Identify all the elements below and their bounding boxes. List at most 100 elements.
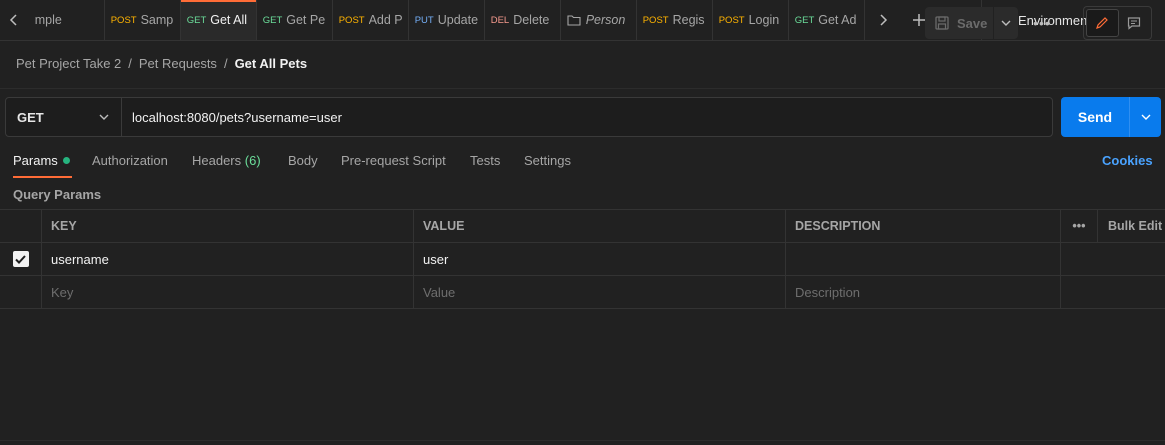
- tab-headers-label: Headers: [192, 153, 242, 168]
- header-checkbox-cell: [0, 210, 42, 242]
- breadcrumb-collection[interactable]: Pet Project Take 2: [16, 56, 121, 71]
- breadcrumb: Pet Project Take 2 / Pet Requests / Get All …: [16, 56, 307, 71]
- tab-method-label: POST: [110, 14, 137, 26]
- request-tab[interactable]: POST Login: [713, 0, 789, 40]
- divider: [0, 440, 1165, 441]
- url-value: localhost:8080/pets?username=user: [132, 109, 342, 125]
- send-options-button[interactable]: [1129, 97, 1161, 137]
- tab-settings-label: Settings: [524, 153, 571, 168]
- chevron-down-icon: [99, 114, 109, 120]
- tab-method-label: POST: [338, 14, 365, 26]
- new-param-description-input[interactable]: Description: [786, 276, 1061, 308]
- tab-tests[interactable]: Tests: [470, 153, 500, 168]
- table-header-row: KEY VALUE DESCRIPTION ••• Bulk Edit: [0, 209, 1165, 243]
- request-more-button[interactable]: •••: [1028, 7, 1056, 39]
- param-key-field[interactable]: username: [42, 243, 414, 275]
- breadcrumb-separator: /: [223, 56, 228, 71]
- tab-settings[interactable]: Settings: [524, 153, 571, 168]
- tab-name-label: Login: [748, 13, 780, 27]
- request-tab[interactable]: mple: [29, 0, 105, 40]
- breadcrumb-separator: /: [128, 56, 132, 71]
- request-config-tabs: Params Authorization Headers (6) Body Pr…: [0, 146, 1165, 178]
- tab-name-label: Get Pe: [286, 13, 326, 27]
- pencil-icon: [1096, 17, 1109, 29]
- tab-name-label: Person: [585, 13, 626, 27]
- tab-body[interactable]: Body: [288, 153, 318, 168]
- request-tab[interactable]: POST Add P: [333, 0, 409, 40]
- tab-method-label: GET: [186, 14, 207, 26]
- tab-name-label: Delete: [513, 13, 550, 27]
- request-tab[interactable]: GET Get Pe: [257, 0, 333, 40]
- method-value: GET: [17, 109, 44, 125]
- column-header-value: VALUE: [414, 210, 786, 242]
- tab-params-label: Params: [13, 153, 58, 168]
- headers-count: (6): [244, 153, 261, 168]
- param-enabled-checkbox[interactable]: [12, 251, 29, 267]
- send-button[interactable]: Send: [1061, 97, 1129, 137]
- tab-name-label: mple: [34, 13, 62, 27]
- tab-method-label: DEL: [490, 14, 510, 26]
- request-tab[interactable]: DEL Delete: [485, 0, 561, 40]
- request-tab[interactable]: GET Get Ad: [789, 0, 865, 40]
- send-label: Send: [1077, 109, 1113, 125]
- chevron-down-icon: [1141, 114, 1150, 120]
- tab-method-label: GET: [794, 14, 815, 26]
- request-tab[interactable]: POST Samp: [105, 0, 181, 40]
- tab-name-label: Get All: [210, 13, 248, 27]
- save-options-button[interactable]: [994, 7, 1018, 39]
- edit-mode-button[interactable]: [1086, 9, 1119, 37]
- param-enabled-cell: [0, 243, 42, 275]
- method-select[interactable]: GET: [6, 98, 122, 136]
- request-tab[interactable]: POST Regis: [637, 0, 713, 40]
- tab-method-label: POST: [718, 14, 745, 26]
- save-button[interactable]: Save: [925, 7, 993, 39]
- param-description-field[interactable]: [786, 243, 1061, 275]
- column-header-key: KEY: [42, 210, 414, 242]
- url-input[interactable]: localhost:8080/pets?username=user: [122, 98, 1052, 136]
- view-mode-toggle: [1083, 6, 1152, 40]
- bulk-edit-button[interactable]: Bulk Edit: [1098, 210, 1165, 242]
- comments-mode-button[interactable]: [1119, 9, 1150, 37]
- tab-name-label: Samp: [140, 13, 174, 27]
- save-icon: [935, 16, 949, 30]
- scroll-tabs-right-button[interactable]: [865, 0, 901, 40]
- plus-icon: [912, 14, 925, 26]
- chevron-left-icon: [10, 14, 17, 26]
- save-label: Save: [957, 15, 988, 31]
- column-header-description: DESCRIPTION: [786, 210, 1061, 242]
- chevron-right-icon: [880, 14, 887, 26]
- folder-icon: [567, 15, 581, 26]
- scroll-tabs-left-button[interactable]: [0, 0, 29, 40]
- cookies-link[interactable]: Cookies: [1102, 153, 1153, 168]
- request-tab[interactable]: GET Get All: [180, 0, 257, 40]
- tab-name-label: Get Ad: [818, 13, 857, 27]
- empty-checkbox-cell: [0, 276, 42, 308]
- param-value-field[interactable]: user: [414, 243, 786, 275]
- tab-authorization[interactable]: Authorization: [92, 153, 168, 168]
- table-row-empty: Key Value Description: [0, 276, 1165, 309]
- query-params-table: KEY VALUE DESCRIPTION ••• Bulk Edit user…: [0, 209, 1165, 309]
- tab-authorization-label: Authorization: [92, 153, 168, 168]
- tab-method-label: POST: [642, 14, 669, 26]
- more-horizontal-icon: •••: [1072, 219, 1086, 233]
- tab-method-label: PUT: [414, 14, 434, 26]
- new-param-key-input[interactable]: Key: [42, 276, 414, 308]
- tab-params[interactable]: Params: [13, 153, 72, 178]
- table-options-button[interactable]: •••: [1061, 210, 1098, 242]
- tab-prerequest-script[interactable]: Pre-request Script: [341, 153, 446, 168]
- request-tab[interactable]: Person: [561, 0, 637, 40]
- tab-body-label: Body: [288, 153, 318, 168]
- table-row: username user: [0, 243, 1165, 276]
- breadcrumb-current[interactable]: Get All Pets: [235, 56, 307, 71]
- request-tab[interactable]: PUT Update: [409, 0, 485, 40]
- new-param-value-input[interactable]: Value: [414, 276, 786, 308]
- tab-name-label: Update: [437, 13, 478, 27]
- comment-icon: [1127, 17, 1140, 30]
- more-horizontal-icon: •••: [1033, 15, 1051, 31]
- tab-tests-label: Tests: [470, 153, 501, 168]
- tab-name-label: Add P: [368, 13, 402, 27]
- breadcrumb-folder[interactable]: Pet Requests: [139, 56, 217, 71]
- request-tabs-strip: mple POST Samp GET Get All GET Get Pe POST Add P…: [29, 0, 865, 40]
- tab-headers[interactable]: Headers (6): [192, 153, 261, 168]
- tab-name-label: Regis: [672, 13, 705, 27]
